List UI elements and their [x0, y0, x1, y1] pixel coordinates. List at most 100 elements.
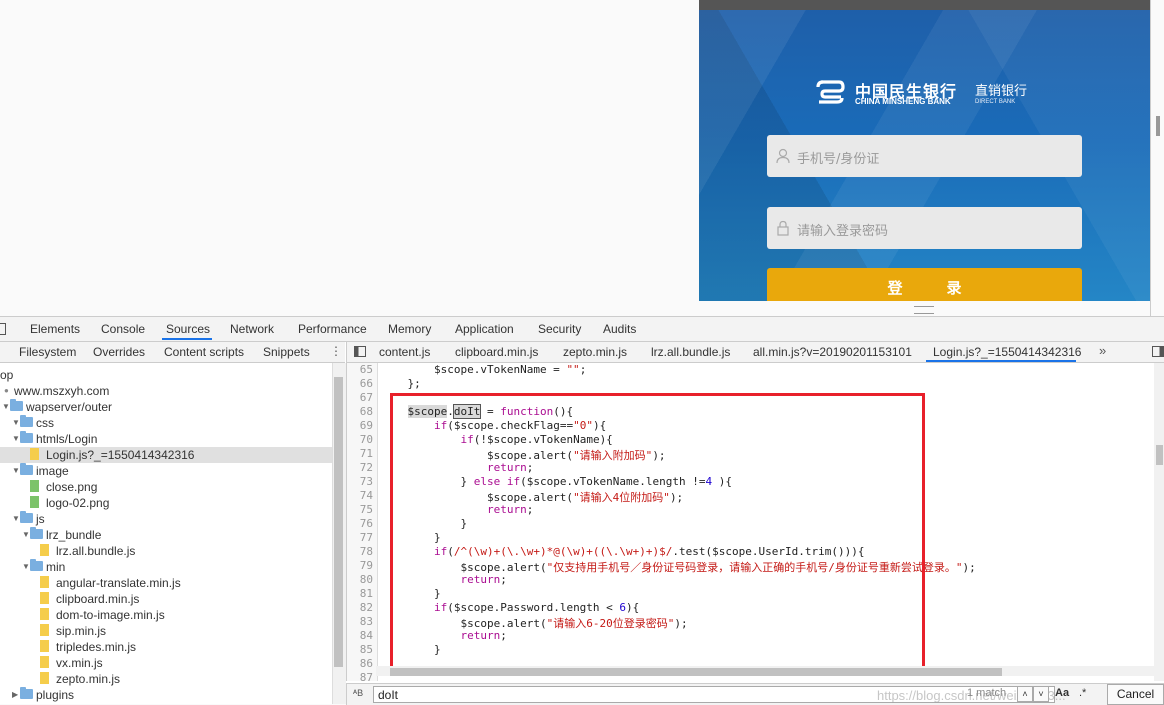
- editor-tab-zepto[interactable]: zepto.min.js: [563, 345, 627, 359]
- tree-item-label: angular-translate.min.js: [56, 576, 181, 590]
- expand-arrow-right-icon[interactable]: ▶: [12, 690, 18, 699]
- image-file-icon: [30, 496, 39, 508]
- previous-match-button[interactable]: ˄: [1017, 686, 1033, 702]
- code-line: $scope.vTokenName = "";: [381, 363, 587, 376]
- password-input[interactable]: 请输入登录密码: [767, 207, 1082, 249]
- tree-item-label: op: [0, 368, 14, 382]
- tab-audits[interactable]: Audits: [603, 322, 636, 336]
- tree-item[interactable]: sip.min.js: [0, 623, 332, 639]
- cloud-icon: ●: [4, 386, 9, 395]
- folder-icon: [30, 559, 43, 571]
- script-file-icon: [40, 544, 49, 556]
- tree-item-label: vx.min.js: [56, 656, 103, 670]
- expand-arrow-down-icon[interactable]: ▼: [22, 562, 30, 571]
- tree-item[interactable]: ▼ js: [0, 511, 332, 527]
- bank-name-en: CHINA MINSHENG BANK: [855, 97, 951, 106]
- bank-logo: 中国民生银行 CHINA MINSHENG BANK 直销银行 DIRECT B…: [815, 76, 1035, 110]
- tab-filesystem[interactable]: Filesystem: [19, 345, 76, 359]
- code-editor[interactable]: 65 66 67 68 69 70 71 72 73 74 75 76 77 78 79 80 81 82 83 84…: [346, 363, 1155, 681]
- expand-arrow-down-icon[interactable]: ▼: [2, 402, 10, 411]
- phone-id-input[interactable]: 手机号/身份证: [767, 135, 1082, 177]
- page-viewport: 中国民生银行 CHINA MINSHENG BANK 直销银行 DIRECT B…: [0, 0, 1164, 316]
- tree-item[interactable]: Login.js?_=1550414342316: [0, 447, 332, 463]
- tree-item[interactable]: tripledes.min.js: [0, 639, 332, 655]
- tab-performance[interactable]: Performance: [298, 322, 367, 336]
- tab-snippets[interactable]: Snippets: [263, 345, 310, 359]
- devtools-panel: Elements Console Sources Network Perform…: [0, 316, 1164, 705]
- regex-button[interactable]: .*: [1079, 687, 1086, 699]
- image-file-icon: [30, 480, 39, 492]
- tab-sources[interactable]: Sources: [166, 322, 210, 336]
- viewport-edge: [1150, 0, 1151, 316]
- tree-item-label: close.png: [46, 480, 98, 494]
- tab-memory[interactable]: Memory: [388, 322, 431, 336]
- editor-horizontal-scroll-thumb[interactable]: [390, 668, 1002, 676]
- expand-arrow-down-icon[interactable]: ▼: [12, 514, 20, 523]
- active-tab-indicator: [162, 338, 212, 340]
- tree-item[interactable]: zepto.min.js: [0, 671, 332, 687]
- tab-network[interactable]: Network: [230, 322, 274, 336]
- editor-tab-all-min[interactable]: all.min.js?v=20190201153101: [753, 345, 912, 359]
- tree-item-label: www.mszxyh.com: [14, 384, 110, 398]
- script-file-icon: [40, 640, 49, 652]
- tree-item[interactable]: vx.min.js: [0, 655, 332, 671]
- tab-application[interactable]: Application: [455, 322, 514, 336]
- tab-elements[interactable]: Elements: [30, 322, 80, 336]
- tabs-overflow-icon[interactable]: »: [1099, 343, 1106, 358]
- cancel-search-button[interactable]: Cancel: [1107, 684, 1164, 705]
- script-file-icon: [40, 592, 49, 604]
- tree-item[interactable]: ▼ min: [0, 559, 332, 575]
- toggle-debugger-icon[interactable]: [1152, 346, 1164, 357]
- expand-arrow-down-icon[interactable]: ▼: [22, 530, 30, 539]
- tree-item-label: lrz_bundle: [46, 528, 102, 542]
- search-bar: ᴬB doIt https://blog.csdn.net/weixin_43.…: [346, 683, 1164, 705]
- file-tree-scroll-thumb[interactable]: [334, 377, 343, 667]
- tree-item[interactable]: clipboard.min.js: [0, 591, 332, 607]
- tree-item[interactable]: angular-translate.min.js: [0, 575, 332, 591]
- code-line: };: [381, 377, 421, 390]
- toggle-navigator-icon[interactable]: [354, 346, 366, 357]
- expand-arrow-down-icon[interactable]: ▼: [12, 418, 20, 427]
- tree-item[interactable]: ▼ lrz_bundle: [0, 527, 332, 543]
- search-mode-icon[interactable]: ᴬB: [353, 688, 363, 698]
- expand-arrow-down-icon[interactable]: ▼: [12, 466, 20, 475]
- script-file-icon: [40, 624, 49, 636]
- next-match-button[interactable]: ˅: [1033, 686, 1049, 702]
- tree-item[interactable]: close.png: [0, 479, 332, 495]
- device-toolbar-icon[interactable]: [0, 323, 6, 335]
- editor-tab-content-js[interactable]: content.js: [379, 345, 430, 359]
- editor-vertical-scrollbar[interactable]: [1154, 363, 1164, 681]
- viewport-scrollbar[interactable]: [1156, 116, 1160, 136]
- tree-item[interactable]: logo-02.png: [0, 495, 332, 511]
- script-file-icon: [40, 608, 49, 620]
- devtools-resize-handle[interactable]: [914, 306, 934, 314]
- tab-content-scripts[interactable]: Content scripts: [164, 345, 244, 359]
- match-case-button[interactable]: Aa: [1055, 687, 1069, 699]
- tree-item-label: css: [36, 416, 54, 430]
- tree-item[interactable]: lrz.all.bundle.js: [0, 543, 332, 559]
- editor-tab-login-js[interactable]: Login.js?_=1550414342316: [933, 345, 1081, 359]
- editor-vertical-scroll-thumb[interactable]: [1156, 445, 1163, 465]
- tab-console[interactable]: Console: [101, 322, 145, 336]
- tab-overrides[interactable]: Overrides: [93, 345, 145, 359]
- tree-item-label: wapserver/outer: [26, 400, 113, 414]
- tab-security[interactable]: Security: [538, 322, 581, 336]
- tree-item[interactable]: ▼ wapserver/outer: [0, 399, 332, 415]
- login-button[interactable]: 登录: [767, 268, 1082, 301]
- editor-tab-clipboard[interactable]: clipboard.min.js: [455, 345, 538, 359]
- tree-item-label: image: [36, 464, 69, 478]
- tree-item[interactable]: dom-to-image.min.js: [0, 607, 332, 623]
- more-tabs-icon[interactable]: ⋮: [330, 344, 342, 358]
- tree-item[interactable]: ▼ image: [0, 463, 332, 479]
- tree-item[interactable]: ● www.mszxyh.com: [0, 383, 332, 399]
- tree-item[interactable]: ▼ htmls/Login: [0, 431, 332, 447]
- expand-arrow-down-icon[interactable]: ▼: [12, 434, 20, 443]
- highlight-annotation-box: [390, 393, 925, 669]
- tree-item[interactable]: ▶ plugins: [0, 687, 332, 703]
- folder-icon: [20, 687, 33, 699]
- match-count: 1 match: [967, 687, 1007, 699]
- folder-icon: [20, 511, 33, 523]
- tree-item[interactable]: ▼ css: [0, 415, 332, 431]
- tree-item[interactable]: op: [0, 367, 332, 383]
- editor-tab-lrz[interactable]: lrz.all.bundle.js: [651, 345, 730, 359]
